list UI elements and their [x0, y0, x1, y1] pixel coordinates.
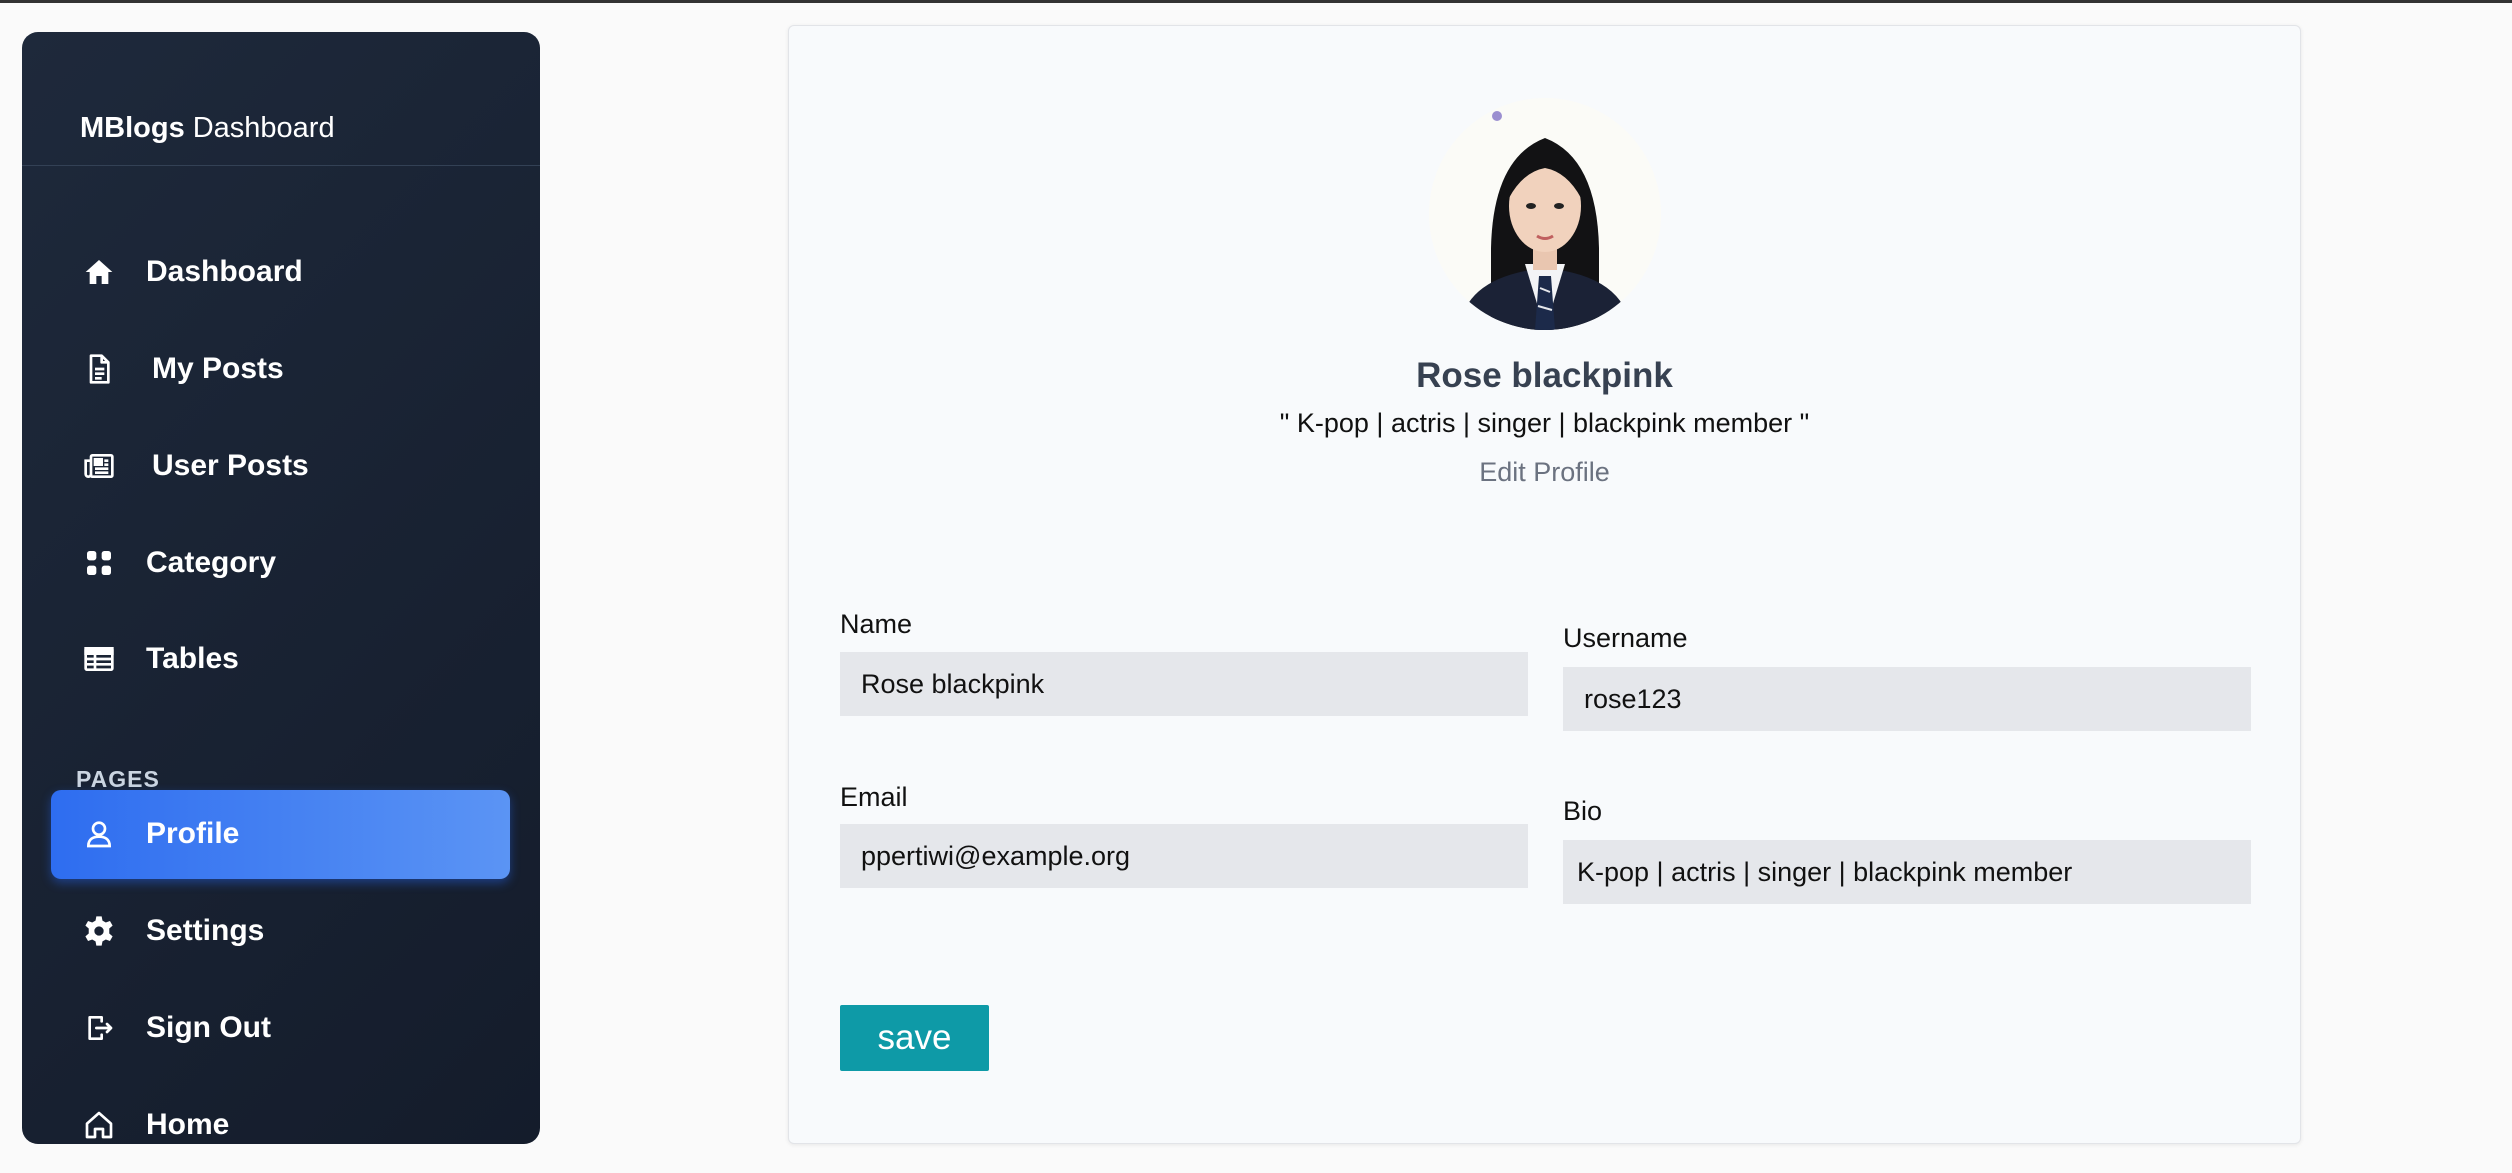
- save-button[interactable]: save: [840, 1005, 989, 1071]
- gear-icon: [80, 912, 118, 950]
- sidebar-item-my-posts[interactable]: My Posts: [80, 339, 284, 399]
- sidebar-item-label: Home: [146, 1108, 230, 1141]
- sidebar-item-sign-out[interactable]: Sign Out: [80, 998, 271, 1058]
- sidebar-item-label: User Posts: [152, 449, 309, 482]
- sidebar-divider: [22, 165, 540, 166]
- sidebar-item-label: Settings: [146, 914, 265, 947]
- sidebar-item-label: Tables: [146, 642, 239, 675]
- brand-suffix: Dashboard: [192, 112, 335, 144]
- bio-field[interactable]: [1563, 840, 2251, 904]
- sidebar-item-home[interactable]: Home: [80, 1095, 229, 1144]
- name-label: Name: [840, 609, 913, 639]
- sidebar-item-profile[interactable]: Profile: [80, 804, 239, 864]
- sidebar-item-settings[interactable]: Settings: [80, 901, 264, 961]
- email-field[interactable]: [840, 824, 1528, 888]
- edit-profile-link[interactable]: Edit Profile: [789, 457, 2300, 488]
- sidebar-item-tables[interactable]: Tables: [80, 629, 239, 689]
- sidebar-item-dashboard[interactable]: Dashboard: [80, 242, 303, 302]
- sign-out-icon: [80, 1009, 118, 1047]
- newspaper-icon: [80, 447, 118, 485]
- section-label-pages: PAGES: [76, 766, 160, 792]
- sidebar-item-label: Category: [146, 546, 277, 579]
- sidebar-item-user-posts[interactable]: User Posts: [80, 436, 309, 496]
- profile-name: Rose blackpink: [1416, 356, 1673, 395]
- profile-card: Rose blackpink " K-pop | actris | singer…: [788, 25, 2301, 1144]
- sidebar-item-label: Sign Out: [146, 1011, 271, 1044]
- brand-title: MBlogs Dashboard: [80, 112, 335, 145]
- sidebar: MBlogs Dashboard Dashboard My Posts User…: [22, 32, 540, 1144]
- home-outline-icon: [80, 1106, 118, 1144]
- email-label: Email: [840, 782, 908, 812]
- profile-bio: " K-pop | actris | singer | blackpink me…: [1279, 408, 1810, 438]
- name-field[interactable]: [840, 652, 1528, 716]
- sidebar-item-category[interactable]: Category: [80, 533, 276, 593]
- avatar: [1429, 98, 1661, 330]
- table-icon: [80, 640, 118, 678]
- top-border: [0, 0, 2512, 3]
- user-icon: [80, 815, 118, 853]
- username-label: Username: [1563, 623, 1688, 653]
- sidebar-item-label: Dashboard: [146, 255, 303, 288]
- sidebar-item-label: Profile: [146, 817, 240, 850]
- sidebar-item-label: My Posts: [152, 352, 284, 385]
- brand-name: MBlogs: [80, 112, 185, 144]
- bio-label: Bio: [1563, 796, 1603, 826]
- document-icon: [80, 350, 118, 388]
- grid-icon: [80, 544, 118, 582]
- username-field[interactable]: [1563, 667, 2251, 731]
- home-icon: [80, 253, 118, 291]
